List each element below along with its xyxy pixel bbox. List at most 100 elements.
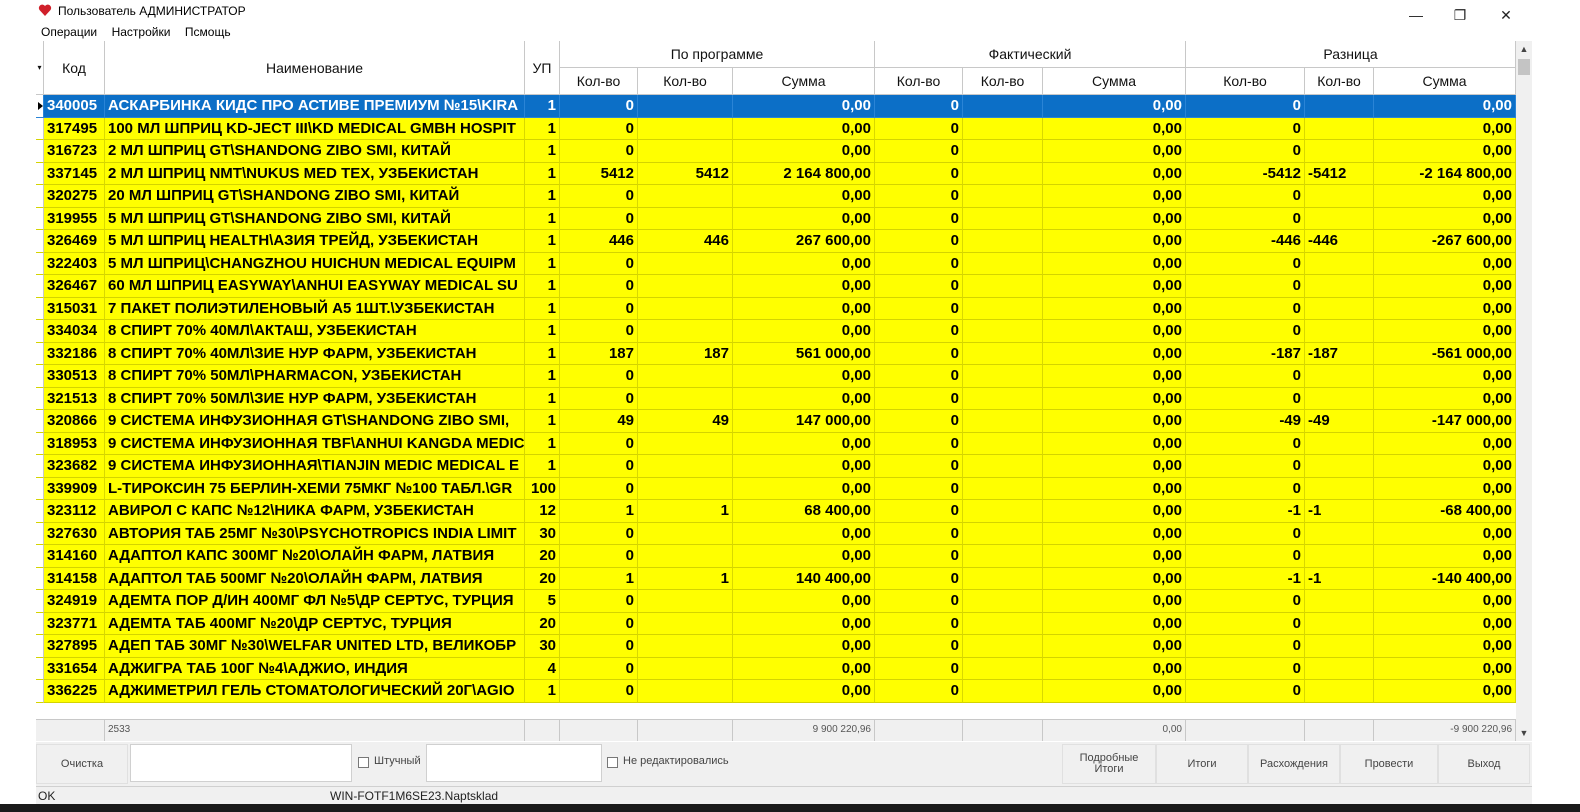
cell-program-sum[interactable]: 0,00 <box>733 455 875 478</box>
cell-diff-qty[interactable]: -49 <box>1186 410 1305 433</box>
table-row[interactable]: 318953 9 СИСТЕМА ИНФУЗИОННАЯ TBF\ANHUI KA… <box>36 432 1516 455</box>
cell-code[interactable]: 322403 <box>44 252 105 275</box>
cell-diff-qty2[interactable]: -49 <box>1305 410 1374 433</box>
cell-program-sum[interactable]: 0,00 <box>733 590 875 613</box>
cell-program-sum[interactable]: 0,00 <box>733 140 875 163</box>
cell-actual-qty2[interactable] <box>963 432 1043 455</box>
cell-actual-qty[interactable]: 0 <box>875 545 963 568</box>
cell-actual-sum[interactable]: 0,00 <box>1043 117 1186 140</box>
header-actual-qty[interactable]: Кол-во <box>875 68 963 95</box>
cell-program-qty2[interactable] <box>638 432 733 455</box>
cell-up[interactable]: 1 <box>525 410 560 433</box>
cell-actual-qty2[interactable] <box>963 455 1043 478</box>
cell-diff-qty[interactable]: 0 <box>1186 140 1305 163</box>
cell-actual-sum[interactable]: 0,00 <box>1043 455 1186 478</box>
cell-code[interactable]: 331654 <box>44 657 105 680</box>
cell-up[interactable]: 30 <box>525 522 560 545</box>
cell-program-qty2[interactable] <box>638 387 733 410</box>
cell-code[interactable]: 326467 <box>44 275 105 298</box>
cell-diff-sum[interactable]: 0,00 <box>1374 320 1516 343</box>
cell-program-qty[interactable]: 0 <box>560 320 638 343</box>
cell-actual-sum[interactable]: 0,00 <box>1043 522 1186 545</box>
cell-actual-qty2[interactable] <box>963 567 1043 590</box>
cell-program-sum[interactable]: 0,00 <box>733 432 875 455</box>
cell-actual-qty[interactable]: 0 <box>875 387 963 410</box>
cell-name[interactable]: АВТОРИЯ ТАБ 25МГ №30\PSYCHOTROPICS INDIA… <box>105 522 525 545</box>
cell-program-qty[interactable]: 0 <box>560 95 638 118</box>
cell-program-sum[interactable]: 0,00 <box>733 545 875 568</box>
cell-diff-sum[interactable]: -147 000,00 <box>1374 410 1516 433</box>
vertical-scrollbar[interactable]: ▲ ▼ <box>1516 41 1532 741</box>
table-row[interactable]: 331654 АДЖИГРА ТАБ 100Г №4\АДЖИО, ИНДИЯ 4 0… <box>36 657 1516 680</box>
cell-name[interactable]: 20 МЛ ШПРИЦ GT\SHANDONG ZIBO SMI, КИТАЙ <box>105 185 525 208</box>
cell-diff-qty[interactable]: 0 <box>1186 657 1305 680</box>
cell-diff-sum[interactable]: -2 164 800,00 <box>1374 162 1516 185</box>
cell-code[interactable]: 339909 <box>44 477 105 500</box>
cell-program-qty[interactable]: 0 <box>560 207 638 230</box>
cell-program-sum[interactable]: 0,00 <box>733 612 875 635</box>
cell-actual-sum[interactable]: 0,00 <box>1043 95 1186 118</box>
cell-actual-qty2[interactable] <box>963 612 1043 635</box>
cell-actual-sum[interactable]: 0,00 <box>1043 590 1186 613</box>
cell-program-qty[interactable]: 0 <box>560 545 638 568</box>
cell-program-qty2[interactable]: 5412 <box>638 162 733 185</box>
minimize-button[interactable]: — <box>1394 0 1438 30</box>
cell-actual-sum[interactable]: 0,00 <box>1043 387 1186 410</box>
cell-name[interactable]: АДЕМТА ПОР Д/ИН 400МГ ФЛ №5\ДР СЕРТУС, Т… <box>105 590 525 613</box>
cell-actual-qty[interactable]: 0 <box>875 567 963 590</box>
cell-name[interactable]: 9 СИСТЕМА ИНФУЗИОННАЯ\TIANJIN MEDIC MEDI… <box>105 455 525 478</box>
cell-name[interactable]: АДЖИГРА ТАБ 100Г №4\АДЖИО, ИНДИЯ <box>105 657 525 680</box>
cell-program-qty[interactable]: 49 <box>560 410 638 433</box>
cell-program-qty[interactable]: 0 <box>560 252 638 275</box>
table-row[interactable]: 334034 8 СПИРТ 70% 40МЛ\АКТАШ, УЗБЕКИСТАН… <box>36 320 1516 343</box>
cell-name[interactable]: АДАПТОЛ КАПС 300МГ №20\ОЛАЙН ФАРМ, ЛАТВИ… <box>105 545 525 568</box>
cell-actual-qty[interactable]: 0 <box>875 342 963 365</box>
cell-code[interactable]: 323771 <box>44 612 105 635</box>
maximize-button[interactable]: ❐ <box>1438 0 1482 30</box>
cell-diff-sum[interactable]: 0,00 <box>1374 657 1516 680</box>
cell-code[interactable]: 327895 <box>44 635 105 658</box>
column-menu-icon[interactable]: ▾ <box>36 41 44 95</box>
cell-program-qty2[interactable] <box>638 545 733 568</box>
table-row[interactable]: 326467 60 МЛ ШПРИЦ EASYWAY\ANHUI EASYWAY … <box>36 275 1516 298</box>
cell-diff-sum[interactable]: -561 000,00 <box>1374 342 1516 365</box>
cell-actual-qty2[interactable] <box>963 140 1043 163</box>
cell-program-sum[interactable]: 2 164 800,00 <box>733 162 875 185</box>
cell-actual-qty[interactable]: 0 <box>875 297 963 320</box>
cell-up[interactable]: 1 <box>525 387 560 410</box>
table-row[interactable]: 319955 5 МЛ ШПРИЦ GT\SHANDONG ZIBO SMI, К… <box>36 207 1516 230</box>
cell-program-qty2[interactable] <box>638 320 733 343</box>
table-row[interactable]: 332186 8 СПИРТ 70% 40МЛ\ЗИЕ НУР ФАРМ, УЗБ… <box>36 342 1516 365</box>
table-row[interactable]: 336225 АДЖИМЕТРИЛ ГЕЛЬ СТОМАТОЛОГИЧЕСКИЙ … <box>36 680 1516 703</box>
cell-actual-qty2[interactable] <box>963 365 1043 388</box>
cell-up[interactable]: 12 <box>525 500 560 523</box>
cell-actual-qty[interactable]: 0 <box>875 455 963 478</box>
table-row[interactable]: 323112 АВИРОЛ С КАПС №12\НИКА ФАРМ, УЗБЕК… <box>36 500 1516 523</box>
cell-up[interactable]: 1 <box>525 320 560 343</box>
cell-code[interactable]: 314158 <box>44 567 105 590</box>
cell-actual-qty[interactable]: 0 <box>875 522 963 545</box>
cell-diff-sum[interactable]: 0,00 <box>1374 365 1516 388</box>
cell-actual-qty[interactable]: 0 <box>875 410 963 433</box>
cell-actual-sum[interactable]: 0,00 <box>1043 432 1186 455</box>
cell-actual-sum[interactable]: 0,00 <box>1043 657 1186 680</box>
cell-actual-sum[interactable]: 0,00 <box>1043 230 1186 253</box>
cell-program-sum[interactable]: 68 400,00 <box>733 500 875 523</box>
cell-diff-qty2[interactable] <box>1305 455 1374 478</box>
not-edited-checkbox[interactable] <box>607 757 618 768</box>
cell-actual-sum[interactable]: 0,00 <box>1043 207 1186 230</box>
table-row[interactable]: 340005 АСКАРБИНКА КИДС ПРО АСТИВЕ ПРЕМИУМ… <box>36 95 1516 118</box>
cell-program-qty2[interactable] <box>638 635 733 658</box>
cell-program-qty[interactable]: 0 <box>560 635 638 658</box>
cell-program-qty2[interactable] <box>638 140 733 163</box>
cell-program-qty2[interactable] <box>638 657 733 680</box>
cell-program-sum[interactable]: 140 400,00 <box>733 567 875 590</box>
table-row[interactable]: 315031 7 ПАКЕТ ПОЛИЭТИЛЕНОВЫЙ А5 1ШТ.\УЗБ… <box>36 297 1516 320</box>
cell-up[interactable]: 100 <box>525 477 560 500</box>
cell-diff-qty[interactable]: 0 <box>1186 612 1305 635</box>
cell-actual-qty[interactable]: 0 <box>875 432 963 455</box>
cell-diff-qty[interactable]: 0 <box>1186 117 1305 140</box>
cell-actual-qty2[interactable] <box>963 500 1043 523</box>
cell-up[interactable]: 1 <box>525 680 560 703</box>
cell-diff-qty2[interactable] <box>1305 252 1374 275</box>
